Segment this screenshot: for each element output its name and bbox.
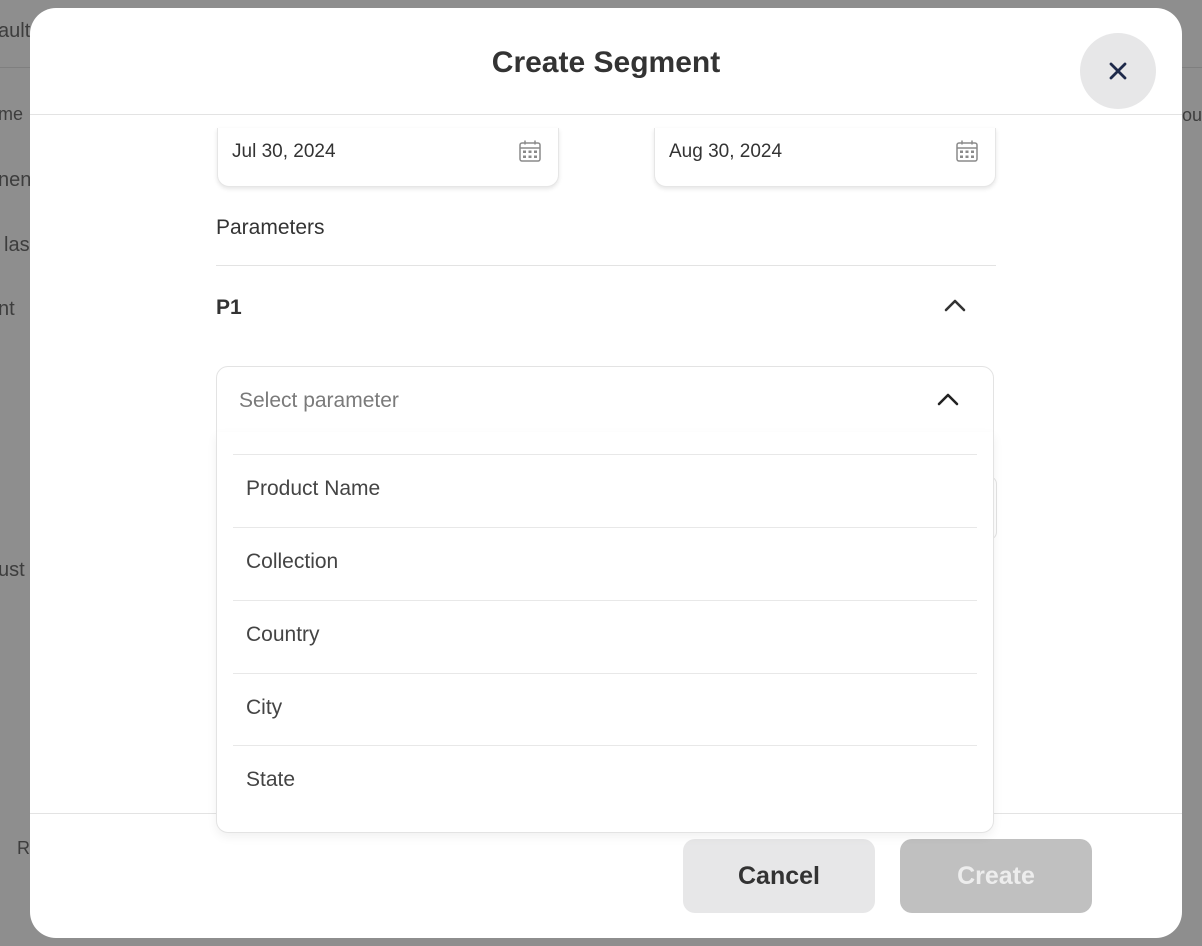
option-city[interactable]: City bbox=[233, 674, 977, 746]
chevron-up-icon bbox=[937, 393, 959, 406]
background-text: ault bbox=[0, 20, 31, 42]
parameter-options-list: Product Name Collection Country City Sta… bbox=[216, 432, 994, 833]
option-country[interactable]: Country bbox=[233, 601, 977, 673]
calendar-icon bbox=[956, 140, 978, 162]
close-button[interactable] bbox=[1080, 33, 1156, 109]
cancel-button[interactable]: Cancel bbox=[683, 839, 875, 913]
modal-header: Create Segment bbox=[30, 8, 1182, 115]
parameter-select-placeholder: Select parameter bbox=[239, 389, 399, 412]
option-product-name[interactable]: Product Name bbox=[233, 455, 977, 527]
option-label: State bbox=[246, 768, 296, 791]
calendar-icon bbox=[519, 140, 541, 162]
option-label: Country bbox=[246, 623, 320, 646]
option-collection[interactable]: Collection bbox=[233, 528, 977, 600]
background-text: ust bbox=[0, 559, 25, 581]
background-text: me bbox=[0, 104, 24, 124]
start-date-value: Jul 30, 2024 bbox=[232, 141, 336, 162]
parameters-divider bbox=[216, 265, 996, 266]
background-text: nt bbox=[0, 298, 15, 320]
option-label: Collection bbox=[246, 550, 339, 573]
chevron-up-icon bbox=[944, 299, 966, 312]
background-text: las bbox=[4, 234, 30, 256]
background-text: ou bbox=[1182, 105, 1202, 125]
parameters-label: Parameters bbox=[216, 216, 325, 239]
close-icon bbox=[1109, 62, 1127, 80]
background-text: nen bbox=[0, 169, 32, 191]
end-date-field[interactable]: Aug 30, 2024 bbox=[654, 128, 996, 187]
parameter-group-label: P1 bbox=[216, 296, 242, 319]
option-label: Product Name bbox=[246, 477, 381, 500]
option-state[interactable]: State bbox=[233, 746, 977, 818]
create-segment-modal: Create Segment Jul 30, 2024 Aug 30, 2024 bbox=[30, 8, 1182, 938]
parameter-select[interactable]: Select parameter bbox=[216, 366, 994, 434]
end-date-value: Aug 30, 2024 bbox=[669, 141, 783, 162]
collapse-parameter-group-button[interactable] bbox=[942, 295, 968, 318]
modal-title: Create Segment bbox=[491, 46, 721, 79]
start-date-field[interactable]: Jul 30, 2024 bbox=[217, 128, 559, 187]
create-button[interactable]: Create bbox=[900, 839, 1092, 913]
option-label: City bbox=[246, 696, 283, 719]
